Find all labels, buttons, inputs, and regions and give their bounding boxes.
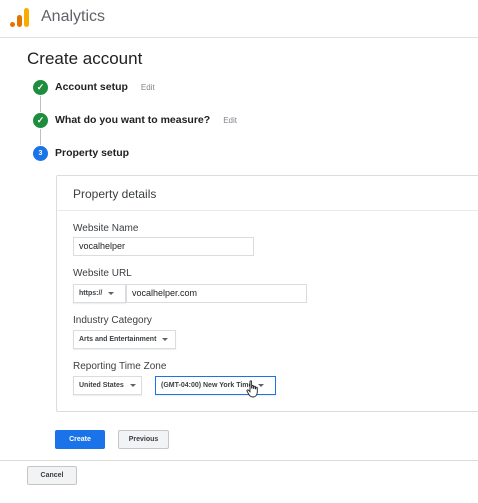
chevron-down-icon — [108, 292, 115, 295]
country-value: United States — [79, 382, 124, 389]
step-account-setup: ✓ Account setup Edit — [33, 79, 155, 95]
protocol-value: https:// — [79, 290, 103, 297]
previous-button[interactable]: Previous — [118, 430, 169, 449]
time-zone-value: (GMT-04:00) New York Time — [161, 382, 253, 389]
chevron-down-icon — [129, 384, 136, 387]
step-connector — [40, 129, 41, 145]
app-title: Analytics — [41, 8, 106, 25]
top-bar: Analytics — [0, 0, 478, 38]
step-connector — [40, 96, 41, 112]
edit-link[interactable]: Edit — [141, 83, 155, 92]
step-property-setup: 3 Property setup — [33, 145, 129, 161]
protocol-dropdown[interactable]: https:// — [73, 284, 126, 303]
step-label: Account setup — [55, 81, 128, 93]
create-button[interactable]: Create — [55, 430, 105, 449]
reporting-time-zone-label: Reporting Time Zone — [73, 361, 167, 372]
hand-cursor-icon — [246, 380, 258, 398]
property-details-card: Property details Website Name vocalhelpe… — [56, 175, 478, 412]
step-number-badge: 3 — [33, 145, 48, 161]
website-url-input[interactable]: vocalhelper.com — [126, 284, 307, 303]
industry-category-label: Industry Category — [73, 315, 152, 326]
country-dropdown[interactable]: United States — [73, 376, 142, 395]
website-name-input[interactable]: vocalhelper — [73, 237, 254, 256]
website-name-label: Website Name — [73, 223, 139, 234]
card-title: Property details — [73, 187, 157, 201]
page-title: Create account — [27, 49, 143, 68]
check-icon: ✓ — [33, 112, 48, 128]
step-label: Property setup — [55, 147, 130, 159]
footer-divider — [0, 460, 478, 461]
step-label: What do you want to measure? — [55, 114, 211, 126]
edit-link[interactable]: Edit — [223, 116, 237, 125]
check-icon: ✓ — [33, 79, 48, 95]
website-url-label: Website URL — [73, 268, 132, 279]
analytics-logo-icon[interactable] — [10, 7, 30, 27]
chevron-down-icon — [162, 338, 169, 341]
industry-category-dropdown[interactable]: Arts and Entertainment — [73, 330, 176, 349]
card-header: Property details — [57, 176, 478, 211]
step-measure: ✓ What do you want to measure? Edit — [33, 112, 237, 128]
cancel-button[interactable]: Cancel — [27, 466, 77, 485]
industry-category-value: Arts and Entertainment — [79, 336, 157, 343]
